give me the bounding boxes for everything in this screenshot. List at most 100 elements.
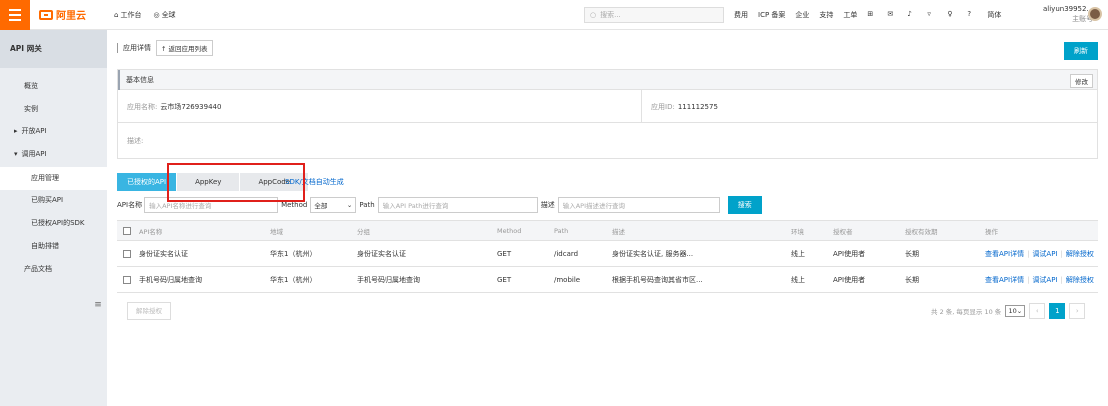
page-title: 应用详情	[123, 44, 151, 52]
col-desc: 描述	[612, 227, 625, 236]
basic-info-panel: 基本信息 修改 应用名称: 云市场726939440 应用ID: 1111125…	[117, 69, 1098, 159]
edit-button[interactable]: 修改	[1070, 74, 1093, 88]
desc-filter-label: 描述	[540, 201, 555, 209]
sidebar-item-label: 已授权API的SDK	[31, 219, 85, 227]
desc-input[interactable]: 输入API描述进行查询	[557, 197, 720, 213]
method-label: Method	[281, 201, 308, 209]
revoke-link[interactable]: 解除授权	[1066, 249, 1094, 259]
top-link-icp[interactable]: ICP 备案	[758, 10, 785, 20]
top-link-enterprise[interactable]: 企业	[795, 10, 809, 20]
basic-info-header: 基本信息 修改	[118, 70, 1097, 90]
global-label: 全球	[161, 10, 176, 19]
pagination-summary: 共 2 条, 每页显示 10 条	[931, 308, 1002, 316]
caret-right-icon: ▸	[14, 127, 18, 135]
sidebar-item-label: 产品文档	[24, 265, 52, 273]
search-button[interactable]: 搜索	[727, 196, 762, 214]
col-region: 地域	[270, 227, 283, 236]
method-select[interactable]: 全部 ⌄	[310, 197, 357, 213]
sidebar-item-label: 实例	[24, 105, 38, 113]
pagination: 共 2 条, 每页显示 10 条 10 ⌄ ‹ 1 ›	[931, 303, 1086, 319]
prev-page-button[interactable]: ‹	[1029, 303, 1046, 319]
top-link-support[interactable]: 支持	[819, 10, 833, 20]
debug-api-link[interactable]: 调试API	[1032, 275, 1057, 285]
cart-icon[interactable]: ▿	[927, 10, 937, 20]
aliyun-logo[interactable]: 阿里云	[39, 7, 86, 22]
debug-api-link[interactable]: 调试API	[1032, 249, 1057, 259]
path-input[interactable]: 输入API Path进行查询	[377, 197, 538, 213]
path-label: Path	[359, 201, 375, 209]
row-desc: 身份证实名认证, 服务器...	[612, 249, 694, 258]
caret-down-icon: ▾	[14, 150, 18, 158]
back-label: 返回应用列表	[168, 45, 208, 53]
app-name-label: 应用名称:	[127, 102, 158, 111]
logo-mark-icon	[39, 9, 53, 20]
workbench-link[interactable]: ⌂ 工作台	[114, 10, 141, 20]
top-link-ticket[interactable]: 工单	[843, 10, 857, 20]
row-grantee: API使用者	[833, 249, 866, 258]
search-icon: ○	[590, 11, 597, 19]
revoke-link[interactable]: 解除授权	[1066, 275, 1094, 285]
back-to-list-button[interactable]: ↑ 返回应用列表	[156, 40, 213, 56]
top-navbar: 阿里云 ⌂ 工作台 ◎ 全球 ○ 搜索... 费用 ICP 备案 企业 支持 工…	[0, 0, 1108, 30]
sidebar-item-open-api[interactable]: ▸ 开放API	[0, 120, 107, 143]
username: aliyun39952...	[1043, 5, 1094, 13]
sidebar-item-call-api[interactable]: ▾ 调用API	[0, 143, 107, 166]
row-method: GET	[497, 249, 512, 258]
sidebar-item-purchased-api[interactable]: 已购买API	[0, 189, 107, 212]
sidebar-item-instance[interactable]: 实例	[0, 98, 107, 121]
logo-text: 阿里云	[56, 11, 86, 22]
back-arrow-icon: ↑	[161, 45, 169, 53]
sidebar-item-overview[interactable]: 概览	[0, 75, 107, 98]
row-checkbox[interactable]	[123, 249, 131, 258]
bell-icon[interactable]: ♪	[907, 10, 917, 20]
home-icon: ⌂	[114, 10, 119, 19]
chevron-down-icon: ⌄	[1016, 307, 1023, 315]
api-table: API名称 地域 分组 Method Path 描述 环境 授权者 授权有效期 …	[117, 220, 1098, 293]
refresh-button[interactable]: 刷新	[1064, 42, 1098, 60]
page-size-value: 10	[1008, 307, 1017, 315]
col-path: Path	[554, 226, 569, 235]
table-row: 身份证实名认证 华东1（杭州） 身份证实名认证 GET /idcard 身份证实…	[117, 241, 1098, 267]
col-env: 环境	[791, 227, 804, 236]
avatar[interactable]	[1088, 7, 1102, 21]
page-button-current[interactable]: 1	[1049, 303, 1066, 319]
desc-label: 描述:	[127, 136, 144, 145]
help-icon[interactable]: ?	[967, 10, 977, 20]
next-page-button[interactable]: ›	[1069, 303, 1086, 319]
sidebar-collapse-icon[interactable]: ≡	[92, 300, 104, 312]
sidebar-item-label: 开放API	[21, 127, 47, 135]
batch-revoke-button[interactable]: 解除授权	[127, 302, 171, 320]
top-search-input[interactable]: ○ 搜索...	[584, 7, 724, 23]
row-grantee: API使用者	[833, 275, 866, 284]
select-all-checkbox[interactable]	[123, 226, 131, 235]
row-checkbox[interactable]	[123, 275, 131, 284]
view-api-link[interactable]: 查看API详情	[985, 275, 1024, 285]
page-size-select[interactable]: 10 ⌄	[1005, 305, 1026, 317]
top-link-fee[interactable]: 费用	[734, 10, 748, 20]
sidebar: API 网关 概览 实例 ▸ 开放API ▾ 调用API 应用管理 已购买API 已…	[0, 30, 107, 406]
language-switch[interactable]: 简体	[987, 10, 1001, 20]
search-placeholder: 搜索...	[600, 11, 621, 19]
sidebar-item-troubleshoot[interactable]: 自助排错	[0, 235, 107, 258]
row-api-name: 身份证实名认证	[139, 249, 188, 258]
menu-icon[interactable]	[0, 0, 30, 30]
col-actions: 操作	[985, 227, 998, 236]
lightbulb-icon[interactable]: ♀	[947, 10, 957, 20]
user-menu[interactable]: aliyun39952... 主账号	[1043, 4, 1093, 24]
sidebar-item-label: 概览	[24, 82, 38, 90]
col-api-name: API名称	[139, 227, 163, 236]
table-header: API名称 地域 分组 Method Path 描述 环境 授权者 授权有效期 …	[117, 220, 1098, 241]
row-actions: 查看API详情 | 调试API | 解除授权	[985, 249, 1094, 259]
sidebar-title: API 网关	[0, 30, 107, 68]
terminal-icon[interactable]: ⊞	[867, 10, 877, 20]
sidebar-item-authorized-sdk[interactable]: 已授权API的SDK	[0, 212, 107, 235]
mail-icon[interactable]: ✉	[887, 10, 897, 20]
col-group: 分组	[357, 227, 370, 236]
main-content: 应用详情 ↑ 返回应用列表 刷新 基本信息 修改 应用名称: 云市场726939…	[107, 30, 1108, 406]
global-link[interactable]: ◎ 全球	[153, 10, 175, 20]
sidebar-item-docs[interactable]: 产品文档	[0, 258, 107, 281]
view-api-link[interactable]: 查看API详情	[985, 249, 1024, 259]
row-group: 身份证实名认证	[357, 249, 406, 258]
info-row-name: 应用名称: 云市场726939440 应用ID: 111112575	[118, 90, 1097, 123]
sidebar-item-app-management[interactable]: 应用管理	[0, 167, 107, 190]
